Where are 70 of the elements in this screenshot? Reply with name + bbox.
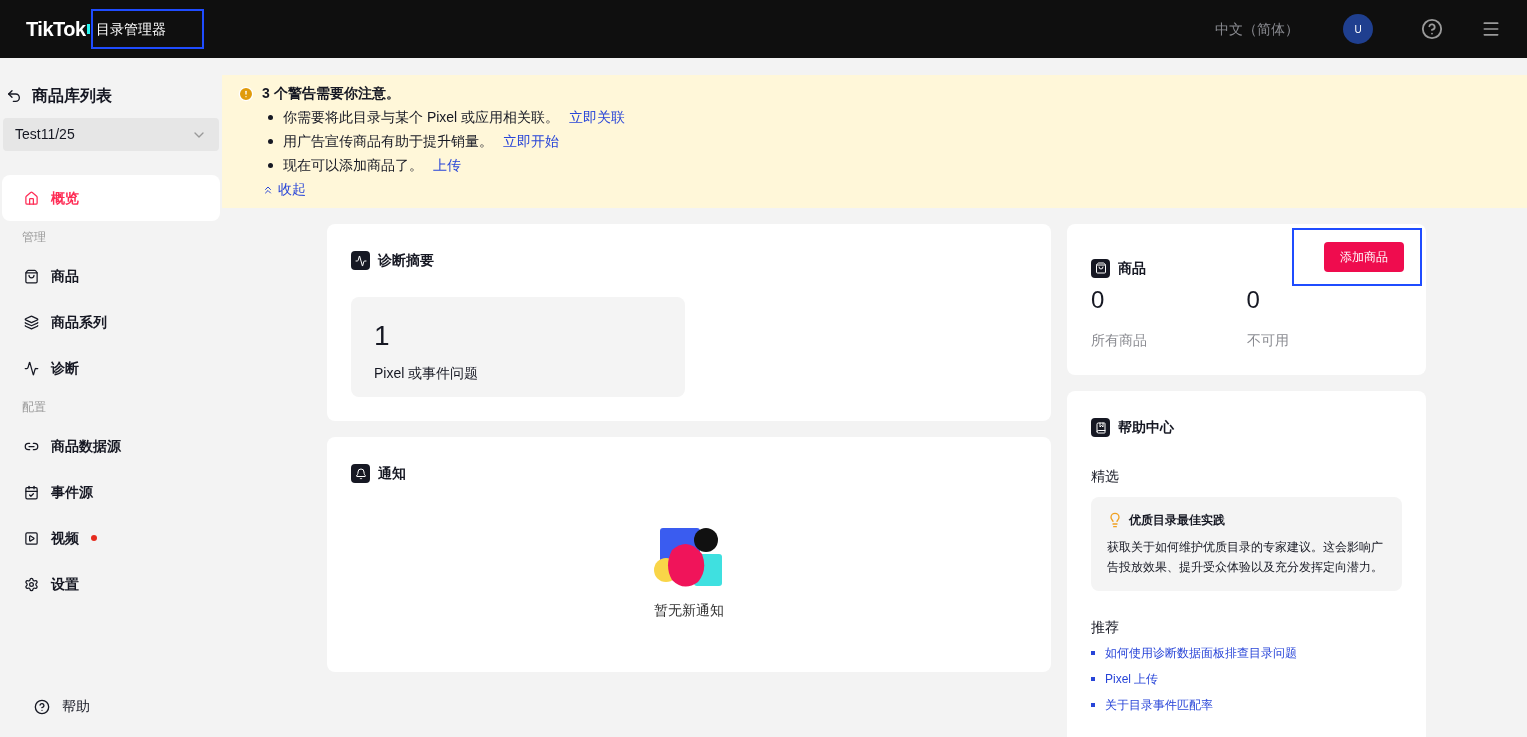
stat-label: 不可用	[1246, 331, 1290, 350]
video-icon	[24, 530, 39, 546]
bullet-icon	[268, 139, 273, 144]
featured-tile[interactable]: 优质目录最佳实践 获取关于如何维护优质目录的专家建议。这会影响广告投放效果、提升受众体验以及充分发挥定向潜力。	[1091, 497, 1402, 591]
issue-count: 1	[374, 319, 391, 353]
back-link[interactable]: 商品库列表	[0, 84, 222, 108]
card-title: 通知	[378, 464, 406, 483]
menu-icon[interactable]	[1481, 19, 1501, 39]
nav-item[interactable]: 商品	[2, 253, 220, 299]
section-label: 配置	[21, 399, 47, 416]
nav-item[interactable]: 商品系列	[2, 299, 220, 345]
section-heading: 推荐	[1091, 618, 1120, 637]
nav-item[interactable]: 概览	[2, 175, 220, 221]
avatar[interactable]: U	[1343, 14, 1373, 44]
pulse-icon	[351, 251, 370, 270]
house-icon	[24, 190, 39, 206]
nav-item[interactable]: 视频	[2, 515, 220, 561]
card-title: 帮助中心	[1118, 418, 1174, 437]
bullet-icon	[268, 115, 273, 120]
nav-item[interactable]: 事件源	[2, 469, 220, 515]
empty-state-drawing	[654, 526, 724, 590]
section-label: 管理	[21, 229, 47, 246]
add-product-button[interactable]: 添加商品	[1324, 242, 1404, 272]
back-icon	[6, 88, 22, 104]
warning-text: 用广告宣传商品有助于提升销量。	[283, 132, 493, 151]
empty-message: 暂无新通知	[654, 601, 724, 620]
catalog-select[interactable]: Test11/25	[3, 118, 219, 151]
issue-label: Pixel 或事件问题	[374, 364, 480, 383]
stat-label: 所有商品	[1091, 331, 1148, 350]
bullet-icon	[268, 163, 273, 168]
help-link[interactable]: 关于目录事件匹配率	[1105, 696, 1213, 714]
help-link[interactable]: 如何使用诊断数据面板排查目录问题	[1105, 644, 1297, 662]
card-title: 商品	[1118, 258, 1146, 278]
featured-description: 获取关于如何维护优质目录的专家建议。这会影响广告投放效果、提升受众体验以及充分发挥定向潜力。	[1107, 539, 1384, 576]
bullet-icon	[1091, 677, 1095, 681]
layers-icon	[24, 314, 39, 330]
warning-icon	[238, 85, 254, 102]
logo: TikTok	[26, 17, 86, 42]
card-title: 诊断摘要	[378, 251, 434, 270]
settings-icon	[24, 576, 39, 592]
collapse-link[interactable]: 收起	[238, 179, 306, 200]
bullet-icon	[1091, 651, 1095, 655]
stat-value: 0	[1091, 285, 1106, 315]
warning-link[interactable]: 上传	[433, 155, 461, 176]
nav-item[interactable]: 设置	[2, 561, 220, 607]
help-link[interactable]: 帮助	[0, 696, 222, 717]
warning-link[interactable]: 立即开始	[503, 131, 559, 152]
lightbulb-icon	[1107, 512, 1123, 528]
app-title: 目录管理器	[95, 21, 166, 37]
warning-link[interactable]: 立即关联	[569, 107, 626, 128]
bullet-icon	[1091, 703, 1095, 707]
bag-icon	[1091, 258, 1110, 278]
calendar-check-icon	[24, 484, 39, 500]
bag-icon	[24, 268, 39, 284]
issue-tile[interactable]: 1 Pixel 或事件问题	[351, 297, 685, 397]
warning-text: 你需要将此目录与某个 Pixel 或应用相关联。	[283, 108, 560, 127]
pulse-icon	[24, 360, 39, 376]
help-icon[interactable]	[1421, 18, 1443, 40]
help-link[interactable]: Pixel 上传	[1105, 670, 1159, 688]
featured-title: 优质目录最佳实践	[1129, 512, 1225, 529]
nav-item[interactable]: 商品数据源	[2, 423, 220, 469]
bell-icon	[351, 464, 370, 483]
warning-text: 现在可以添加商品了。	[283, 156, 423, 175]
warning-title: 3 个警告需要你注意。	[262, 84, 400, 103]
book-icon	[1091, 418, 1110, 437]
stat-value: 0	[1246, 285, 1261, 315]
section-heading: 精选	[1091, 467, 1120, 486]
language-button[interactable]: 中文（简体）	[1215, 18, 1299, 40]
nav-item[interactable]: 诊断	[2, 345, 220, 391]
help-icon	[34, 698, 50, 715]
